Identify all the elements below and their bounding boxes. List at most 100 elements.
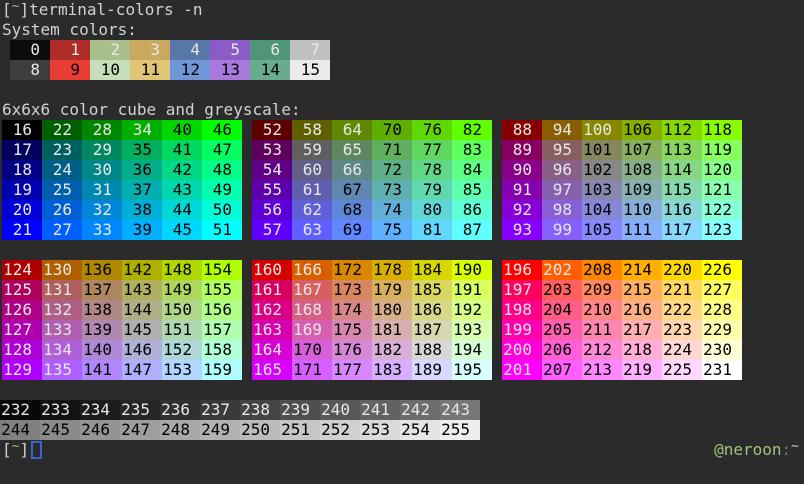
cube-cell-32: 32 (82, 200, 122, 220)
cube-cell-38: 38 (122, 200, 162, 220)
cube-cell-27: 27 (42, 220, 82, 240)
cube-cell-107: 107 (622, 140, 662, 160)
cube-row: 163169175181187193 (252, 320, 492, 340)
cube-cell-150: 150 (162, 300, 202, 320)
bottom-prompt-tilde: ~ (12, 439, 20, 454)
cube-cell-35: 35 (122, 140, 162, 160)
cube-cell-188: 188 (412, 340, 452, 360)
cube-cell-227: 227 (702, 280, 742, 300)
cube-cell-170: 170 (292, 340, 332, 360)
cube-cell-172: 172 (332, 260, 372, 280)
cube-cell-24: 24 (42, 160, 82, 180)
cube-cell-68: 68 (332, 200, 372, 220)
cube-cell-124: 124 (2, 260, 42, 280)
cube-cell-226: 226 (702, 260, 742, 280)
bottom-bracket-open: [ (2, 440, 12, 459)
cube-block-160: 1601661721781841901611671731791851911621… (252, 260, 492, 380)
cube-row: 126132138144150156 (2, 300, 242, 320)
cube-cell-152: 152 (162, 340, 202, 360)
greyscale-cell-237: 237 (200, 400, 240, 420)
greyscale-cell-253: 253 (360, 420, 400, 440)
cube-cell-228: 228 (702, 300, 742, 320)
cube-cell-189: 189 (412, 360, 452, 380)
cube-cell-206: 206 (542, 340, 582, 360)
cube-row: 202632384450 (2, 200, 242, 220)
cube-cell-117: 117 (662, 220, 702, 240)
system-color-cell-13: 13 (210, 60, 250, 80)
system-color-cell-15: 15 (290, 60, 330, 80)
cube-cell-29: 29 (82, 140, 122, 160)
cube-cell-48: 48 (202, 160, 242, 180)
cube-cell-148: 148 (162, 260, 202, 280)
cube-cell-200: 200 (502, 340, 542, 360)
cube-cell-20: 20 (2, 200, 42, 220)
cube-cell-218: 218 (622, 340, 662, 360)
system-color-cell-4: 4 (170, 40, 210, 60)
cube-cell-63: 63 (292, 220, 332, 240)
cube-cell-104: 104 (582, 200, 622, 220)
cube-cell-116: 116 (662, 200, 702, 220)
cube-cell-101: 101 (582, 140, 622, 160)
cube-cell-81: 81 (412, 220, 452, 240)
prompt-bracket-close: ] (19, 0, 29, 19)
cube-row: 192531374349 (2, 180, 242, 200)
greyscale-row-0: 232233234235236237238239240241242243 (0, 400, 804, 420)
cube-cell-90: 90 (502, 160, 542, 180)
greyscale-cell-244: 244 (0, 420, 40, 440)
cube-cell-26: 26 (42, 200, 82, 220)
cube-cell-155: 155 (202, 280, 242, 300)
cube-cell-60: 60 (292, 160, 332, 180)
cube-cell-17: 17 (2, 140, 42, 160)
cube-cell-51: 51 (202, 220, 242, 240)
cube-cell-190: 190 (452, 260, 492, 280)
cube-band-1: 1622283440461723293541471824303642481925… (2, 120, 804, 240)
blank-line (0, 240, 804, 260)
greyscale-cell-233: 233 (40, 400, 80, 420)
cube-cell-112: 112 (662, 120, 702, 140)
cube-cell-114: 114 (662, 160, 702, 180)
cube-cell-119: 119 (702, 140, 742, 160)
cube-cell-158: 158 (202, 340, 242, 360)
cube-cell-80: 80 (412, 200, 452, 220)
cube-block-52: 5258647076825359657177835460667278845561… (252, 120, 492, 240)
cube-cell-98: 98 (542, 200, 582, 220)
cube-cell-59: 59 (292, 140, 332, 160)
cube-cell-133: 133 (42, 320, 82, 340)
cube-cell-74: 74 (372, 200, 412, 220)
cube-cell-128: 128 (2, 340, 42, 360)
cube-cell-89: 89 (502, 140, 542, 160)
cube-cell-157: 157 (202, 320, 242, 340)
cube-cell-132: 132 (42, 300, 82, 320)
cube-cell-102: 102 (582, 160, 622, 180)
cube-cell-28: 28 (82, 120, 122, 140)
cube-cell-142: 142 (122, 260, 162, 280)
cube-cell-121: 121 (702, 180, 742, 200)
cube-row: 197203209215221227 (502, 280, 742, 300)
cube-cell-56: 56 (252, 200, 292, 220)
greyscale-cell-250: 250 (240, 420, 280, 440)
cube-cell-162: 162 (252, 300, 292, 320)
cube-row: 129135141147153159 (2, 360, 242, 380)
cube-cell-149: 149 (162, 280, 202, 300)
cube-row: 162228344046 (2, 120, 242, 140)
cube-cell-131: 131 (42, 280, 82, 300)
cube-cell-65: 65 (332, 140, 372, 160)
cube-cell-146: 146 (122, 340, 162, 360)
cube-row: 576369758187 (252, 220, 492, 240)
cube-cell-61: 61 (292, 180, 332, 200)
system-color-cell-3: 3 (130, 40, 170, 60)
cube-row: 125131137143149155 (2, 280, 242, 300)
cube-row: 200206212218224230 (502, 340, 742, 360)
cube-cell-85: 85 (452, 180, 492, 200)
cube-cell-137: 137 (82, 280, 122, 300)
terminal-window[interactable]: [~]terminal-colors -n System colors: 012… (0, 0, 804, 484)
cube-row: 9399105111117123 (502, 220, 742, 240)
cube-cell-140: 140 (82, 340, 122, 360)
system-color-cell-2: 2 (90, 40, 130, 60)
cube-cell-181: 181 (372, 320, 412, 340)
cube-row: 182430364248 (2, 160, 242, 180)
cube-cell-95: 95 (542, 140, 582, 160)
cube-cell-221: 221 (662, 280, 702, 300)
cube-cell-47: 47 (202, 140, 242, 160)
cube-cell-210: 210 (582, 300, 622, 320)
